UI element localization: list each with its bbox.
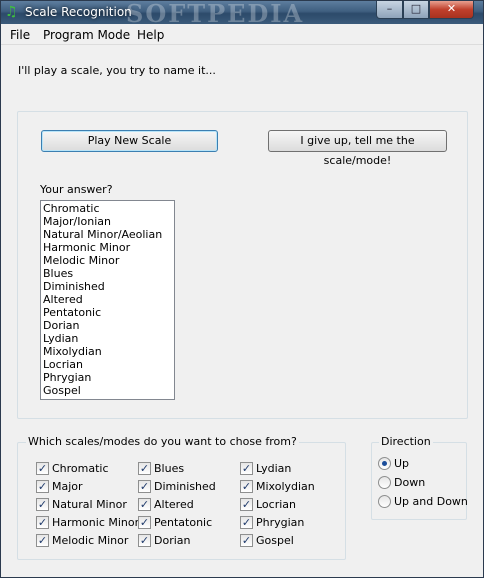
menu-bar: File Program Mode Help [1, 24, 483, 45]
list-item[interactable]: Dorian [43, 319, 172, 332]
app-window: ♫ Scale Recognition SOFTPEDIA – □ ✕ File… [0, 0, 484, 578]
checkbox-label: Gospel [256, 534, 294, 547]
checkmark-icon[interactable]: ✓ [138, 534, 151, 547]
checkmark-icon[interactable]: ✓ [36, 516, 49, 529]
checkmark-icon[interactable]: ✓ [240, 480, 253, 493]
checkmark-icon[interactable]: ✓ [36, 498, 49, 511]
list-item[interactable]: Phrygian [43, 371, 172, 384]
minimize-button[interactable]: – [376, 1, 403, 19]
radio-circle-icon[interactable] [378, 457, 391, 470]
checkbox-label: Mixolydian [256, 480, 315, 493]
checkmark-icon[interactable]: ✓ [240, 462, 253, 475]
menu-file[interactable]: File [10, 28, 30, 42]
list-item[interactable]: Gospel [43, 384, 172, 397]
checkmark-icon[interactable]: ✓ [240, 534, 253, 547]
menu-program-mode[interactable]: Program Mode [43, 28, 130, 42]
list-item[interactable]: Natural Minor/Aeolian [43, 228, 172, 241]
checkmark-icon[interactable]: ✓ [240, 498, 253, 511]
list-item[interactable]: Major/Ionian [43, 215, 172, 228]
answer-listbox[interactable]: Chromatic Major/Ionian Natural Minor/Aeoli… [40, 200, 175, 400]
checkmark-icon[interactable]: ✓ [138, 480, 151, 493]
checkmark-icon[interactable]: ✓ [240, 516, 253, 529]
checkbox-label: Melodic Minor [52, 534, 129, 547]
scales-group-label: Which scales/modes do you want to chose … [26, 435, 299, 448]
list-item[interactable]: Diminished [43, 280, 172, 293]
radio-circle-icon[interactable] [378, 495, 391, 508]
radio-label: Up [394, 457, 410, 470]
list-item[interactable]: Melodic Minor [43, 254, 172, 267]
checkbox-label: Locrian [256, 498, 297, 511]
list-item[interactable]: Pentatonic [43, 306, 172, 319]
list-item[interactable]: Mixolydian [43, 345, 172, 358]
radio-label: Up and Down [394, 495, 468, 508]
checkbox-label: Lydian [256, 462, 292, 475]
checkbox-label: Blues [154, 462, 185, 475]
play-new-scale-button[interactable]: Play New Scale [41, 130, 218, 152]
title-bar[interactable]: ♫ Scale Recognition SOFTPEDIA – □ ✕ [1, 0, 483, 28]
checkmark-icon[interactable]: ✓ [138, 516, 151, 529]
list-item[interactable]: Blues [43, 267, 172, 280]
list-item[interactable]: Harmonic Minor [43, 241, 172, 254]
checkbox-label: Pentatonic [154, 516, 213, 529]
checkbox-label: Chromatic [52, 462, 109, 475]
checkmark-icon[interactable]: ✓ [138, 498, 151, 511]
menu-help[interactable]: Help [137, 28, 164, 42]
checkbox-label: Dorian [154, 534, 191, 547]
give-up-button[interactable]: I give up, tell me the scale/mode! [268, 130, 447, 167]
checkbox-label: Natural Minor [52, 498, 127, 511]
window-title: Scale Recognition [25, 5, 132, 19]
checkbox-label: Phrygian [256, 516, 305, 529]
list-item[interactable]: Locrian [43, 358, 172, 371]
answer-label: Your answer? [40, 183, 113, 196]
checkbox-label: Major [52, 480, 83, 493]
checkmark-icon[interactable]: ✓ [36, 534, 49, 547]
checkmark-icon[interactable]: ✓ [138, 462, 151, 475]
list-item[interactable]: Altered [43, 293, 172, 306]
maximize-button[interactable]: □ [403, 1, 429, 19]
direction-group-label: Direction [379, 435, 433, 448]
checkmark-icon[interactable]: ✓ [36, 480, 49, 493]
music-note-icon: ♫ [5, 4, 18, 20]
checkbox-label: Harmonic Minor [52, 516, 140, 529]
checkmark-icon[interactable]: ✓ [36, 462, 49, 475]
list-item[interactable]: Chromatic [43, 202, 172, 215]
checkbox-label: Diminished [154, 480, 216, 493]
checkbox-label: Altered [154, 498, 194, 511]
radio-label: Down [394, 476, 426, 489]
close-button[interactable]: ✕ [429, 1, 474, 19]
radio-circle-icon[interactable] [378, 476, 391, 489]
instruction-text: I'll play a scale, you try to name it... [18, 64, 216, 77]
list-item[interactable]: Lydian [43, 332, 172, 345]
